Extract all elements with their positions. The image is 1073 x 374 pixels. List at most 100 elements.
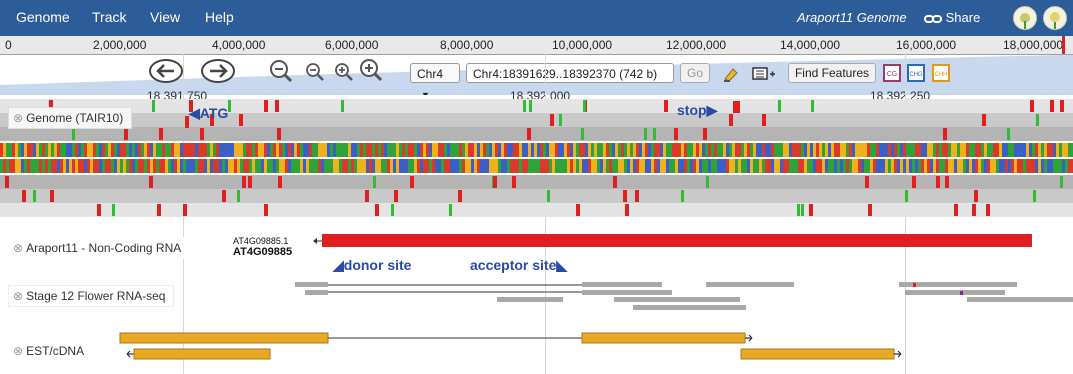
nucleotide [501,159,504,173]
nucleotide [567,159,570,173]
nucleotide [450,159,453,173]
nucleotide [1017,143,1020,157]
read[interactable] [582,282,662,287]
menu-genome[interactable]: Genome [16,9,70,25]
nucleotide [696,159,699,173]
triangle-up-icon: ◢ [333,257,344,273]
read[interactable] [497,297,563,302]
cg-icon[interactable]: CG [883,64,901,82]
atg-label: ATG [199,105,229,121]
chh-icon[interactable]: CHH [932,64,950,82]
nucleotide [366,159,369,173]
nucleotide [636,159,639,173]
stop-codon [623,190,627,202]
nucleotide [702,143,705,157]
est-block[interactable] [119,332,329,344]
plugin-icon[interactable] [1013,6,1037,30]
est-alignments[interactable] [0,330,1073,366]
nucleotide [786,159,789,173]
share-button[interactable]: Share [924,10,980,25]
stop-codon [982,114,986,126]
nucleotide [288,143,291,157]
track-label-genome[interactable]: ⊗ Genome (TAIR10) [8,107,133,129]
nucleotide [108,143,111,157]
nucleotide [603,159,606,173]
nucleotide [480,143,483,157]
overview-position-marker[interactable] [1062,36,1065,54]
zoom-out-more-icon[interactable] [269,58,293,84]
menu-track[interactable]: Track [92,9,126,25]
est-block[interactable] [581,332,746,344]
est-block[interactable] [133,348,271,360]
close-icon[interactable]: ⊗ [13,111,23,125]
nucleotide [618,159,621,173]
nucleotide [1002,143,1005,157]
menu-help[interactable]: Help [205,9,234,25]
nucleotide [915,159,918,173]
nucleotide [1023,143,1026,157]
read[interactable] [905,290,1005,295]
read[interactable] [305,290,328,295]
stop-codon [365,190,369,202]
nucleotide [324,143,327,157]
nucleotide [198,159,201,173]
close-icon[interactable]: ⊗ [13,241,23,255]
nucleotide [132,143,135,157]
read[interactable] [706,282,794,287]
nucleotide [1005,159,1008,173]
nucleotide [192,159,195,173]
plugin-icon[interactable] [1043,6,1067,30]
nucleotide [81,143,84,157]
location-input[interactable]: Chr4:18391629..18392370 (742 b) [466,63,674,83]
nucleotide [402,159,405,173]
read[interactable] [633,305,746,310]
reading-frame-row [0,99,1073,113]
chg-icon[interactable]: CHG [907,64,925,82]
stop-codon [576,204,580,216]
nucleotide [672,159,675,173]
nucleotide [393,143,396,157]
nucleotide [198,143,201,157]
arrow-left-icon[interactable] [148,58,184,84]
nucleotide [555,159,558,173]
nucleotide [414,143,417,157]
zoom-in-more-icon[interactable] [358,58,384,84]
read[interactable] [582,290,672,295]
ruler-label: 12,000,000 [666,38,727,52]
nucleotide [909,159,912,173]
nucleotide [201,143,204,157]
menu-view[interactable]: View [150,9,180,25]
zoom-out-icon[interactable] [305,61,325,87]
sequence-track[interactable] [0,97,1073,222]
overview-ruler[interactable]: 0 2,000,000 4,000,000 6,000,000 8,000,00… [0,36,1073,55]
highlighter-icon[interactable] [722,65,740,83]
nucleotide [300,159,303,173]
nucleotide [822,159,825,173]
est-block[interactable] [740,348,895,360]
nucleotide [423,143,426,157]
find-features-button[interactable]: Find Features [788,63,876,83]
zoom-in-icon[interactable] [334,61,354,87]
track-label-noncoding[interactable]: ⊗ Araport11 - Non-Coding RNA [8,237,191,259]
mismatch [960,291,963,295]
nucleotide [807,143,810,157]
nucleotide [864,159,867,173]
nucleotide [594,159,597,173]
chromosome-select[interactable]: Chr4 ▼ [410,63,460,100]
read[interactable] [614,297,740,302]
noncoding-feature[interactable] [300,233,1040,249]
nucleotide [111,159,114,173]
read[interactable] [967,297,1073,302]
track-toggle-icon[interactable] [752,66,776,82]
nucleotide [861,143,864,157]
nucleotide [828,143,831,157]
read[interactable] [295,282,328,287]
ruler-label: 6,000,000 [325,38,379,52]
rnaseq-reads[interactable] [0,278,1073,318]
go-button[interactable]: Go [680,63,710,83]
read[interactable] [899,282,1017,287]
nucleotide [744,159,747,173]
arrow-right-icon[interactable] [200,58,236,84]
nucleotide [945,143,948,157]
nucleotide [249,159,252,173]
